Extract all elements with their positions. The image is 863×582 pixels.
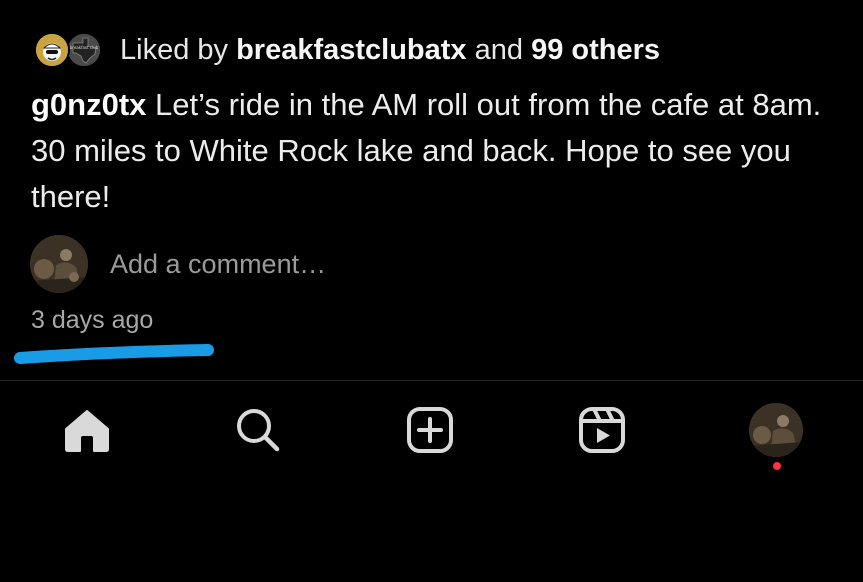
likes-text: Liked by breakfastclubatx and 99 others: [120, 34, 660, 67]
nav-divider: [0, 380, 863, 381]
bottom-nav-bar: [0, 398, 863, 470]
liker-avatar[interactable]: breakfast club: [66, 32, 102, 68]
post-timestamp[interactable]: 3 days ago: [31, 306, 153, 335]
user-photo-icon: [30, 235, 88, 293]
caption-text: Let’s ride in the AM roll out from the c…: [31, 87, 822, 214]
cyclist-logo-icon: [36, 34, 68, 66]
liker-username[interactable]: breakfastclubatx: [236, 34, 467, 66]
caption-username[interactable]: g0nz0tx: [31, 87, 146, 122]
create-post-icon: [407, 407, 453, 453]
nav-home[interactable]: [55, 398, 119, 462]
likes-summary[interactable]: breakfast club Liked by breakfastclubatx…: [34, 28, 660, 72]
nav-search[interactable]: [226, 398, 290, 462]
nav-profile[interactable]: [744, 398, 808, 470]
reels-icon: [579, 407, 625, 453]
blue-marker-underline: [14, 344, 214, 364]
search-icon: [237, 409, 280, 452]
profile-photo-icon: [749, 403, 803, 457]
likes-middle: and: [466, 33, 532, 66]
profile-avatar: [749, 403, 803, 457]
likes-others-count[interactable]: 99 others: [531, 34, 660, 66]
add-comment-input[interactable]: Add a comment…: [110, 249, 326, 280]
liker-avatar[interactable]: [34, 32, 70, 68]
add-comment-row[interactable]: Add a comment…: [30, 234, 326, 294]
commenter-avatar: [30, 235, 88, 293]
home-icon: [65, 410, 109, 452]
nav-create[interactable]: [398, 398, 462, 462]
likes-prefix: Liked by: [120, 33, 237, 66]
nav-reels[interactable]: [570, 398, 634, 462]
liker-avatar-label: breakfast club: [70, 45, 99, 50]
post-caption: g0nz0tx Let’s ride in the AM roll out fr…: [31, 82, 841, 220]
texas-logo-icon: breakfast club: [68, 34, 100, 66]
notification-dot: [773, 462, 781, 470]
liker-avatars[interactable]: breakfast club: [34, 30, 106, 70]
